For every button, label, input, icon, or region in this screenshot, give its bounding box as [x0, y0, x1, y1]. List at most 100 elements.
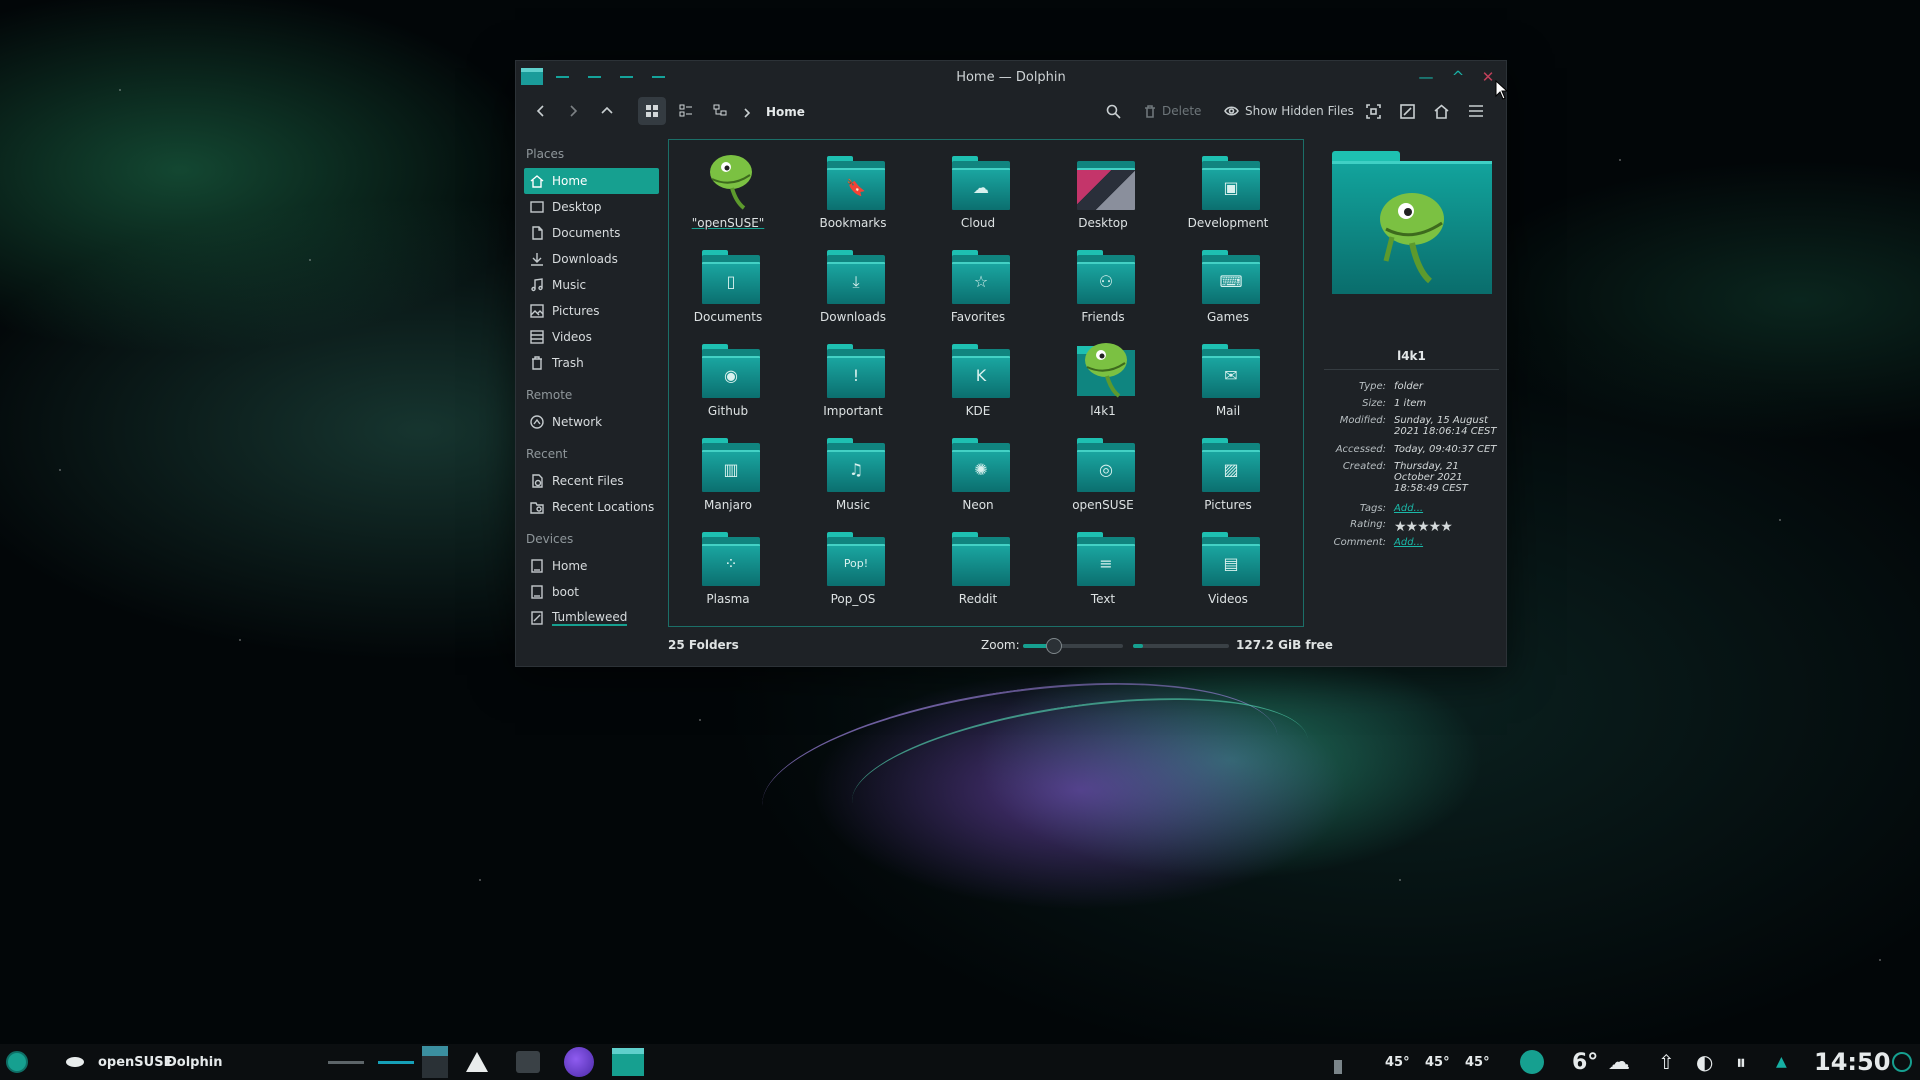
folder-item[interactable]: ◉ Github [673, 336, 783, 426]
task-firefox-icon[interactable] [564, 1044, 594, 1080]
breadcrumb-separator-icon [742, 100, 752, 126]
start-label[interactable]: openSUSE [98, 1044, 172, 1080]
exclamation-icon: ! [827, 344, 885, 398]
tray-expand-icon[interactable]: ▲ [1776, 1044, 1787, 1080]
sidebar-item-music[interactable]: Music [524, 272, 659, 298]
folder-item[interactable]: ⁘ Plasma [673, 524, 783, 614]
maximize-icon[interactable]: ^ [1448, 67, 1468, 87]
folder-item[interactable]: ☁ Cloud [923, 148, 1033, 238]
breadcrumb[interactable]: Home [766, 105, 805, 119]
sidebar-item-videos[interactable]: Videos [524, 324, 659, 350]
sidebar-item-recent-locations[interactable]: Recent Locations [524, 494, 659, 520]
split-view-button[interactable] [1400, 98, 1415, 124]
zoom-slider[interactable] [1023, 638, 1123, 654]
sidebar-item-home[interactable]: Home [524, 168, 659, 194]
application-launcher-button[interactable] [6, 1044, 28, 1080]
icons-view-button[interactable] [638, 97, 666, 125]
select-all-button[interactable] [1366, 98, 1381, 124]
search-button[interactable] [1106, 98, 1121, 124]
zoom-slider-handle[interactable] [1046, 638, 1062, 654]
folder-item[interactable]: ⤓ Downloads [798, 242, 908, 332]
download-icon: ⤓ [827, 250, 885, 304]
detail-created: Created: Thursday, 21 October 2021 18:58:… [1324, 461, 1499, 494]
temperature-3: 45° [1465, 1054, 1490, 1070]
sidebar-item-downloads[interactable]: Downloads [524, 246, 659, 272]
compact-view-button[interactable] [672, 97, 700, 125]
power-icon[interactable] [1892, 1044, 1912, 1080]
folder-item[interactable]: ✺ Neon [923, 430, 1033, 520]
title-bar[interactable]: Home — Dolphin — ^ ✕ [516, 61, 1506, 93]
media-pause-icon[interactable]: ⏸ [1736, 1044, 1746, 1080]
weather-temperature[interactable]: 6° [1572, 1044, 1598, 1080]
minimize-icon[interactable]: — [1416, 67, 1436, 87]
volume-icon[interactable]: ◐ [1696, 1044, 1713, 1080]
details-view-button[interactable] [706, 97, 734, 125]
folder-item[interactable]: K KDE [923, 336, 1033, 426]
folder-item[interactable]: ! Important [798, 336, 908, 426]
folder-item[interactable]: l4k1 [1048, 336, 1158, 426]
folder-item[interactable]: ⚇ Friends [1048, 242, 1158, 332]
clock[interactable]: 14:50 [1814, 1044, 1890, 1080]
hamburger-menu-button[interactable] [1468, 98, 1484, 124]
folder-item[interactable]: ✉ Mail [1173, 336, 1283, 426]
sidebar-item-desktop[interactable]: Desktop [524, 194, 659, 220]
folder-item[interactable]: ▤ Videos [1173, 524, 1283, 614]
sidebar-item-trash[interactable]: Trash [524, 350, 659, 376]
temperature-1: 45° [1385, 1054, 1410, 1070]
folder-item[interactable]: 🔖 Bookmarks [798, 148, 908, 238]
forward-button[interactable] [566, 98, 580, 124]
folder-item[interactable]: ◎ openSUSE [1048, 430, 1158, 520]
folder-item[interactable]: Pop! Pop_OS [798, 524, 908, 614]
file-view[interactable]: "openSUSE" 🔖 Bookmarks ☁ Cloud Desktop ▣ Develo… [668, 139, 1304, 627]
sidebar-item-label: Home [552, 559, 588, 573]
drive-icon [531, 559, 543, 573]
detail-value: 1 item [1394, 398, 1427, 409]
sidebar-item-device-home[interactable]: Home [524, 553, 659, 579]
cloud-icon[interactable]: ☁ [1608, 1044, 1630, 1080]
delete-button[interactable]: Delete [1144, 98, 1201, 124]
folder-item[interactable]: "openSUSE" [673, 148, 783, 238]
add-comment-link[interactable]: Add... [1394, 537, 1499, 548]
sidebar-item-network[interactable]: Network [524, 409, 659, 435]
folder-item[interactable]: ♫ Music [798, 430, 908, 520]
folder-item[interactable]: Reddit [923, 524, 1033, 614]
task-inkscape-icon[interactable] [466, 1044, 488, 1080]
task-settings-icon[interactable] [516, 1044, 540, 1080]
task-dolphin-icon[interactable] [612, 1044, 644, 1080]
folder-label: Games [1207, 310, 1249, 324]
status-bar: 25 Folders Zoom: 127.2 GiB free [516, 633, 1506, 659]
home-button[interactable] [1434, 98, 1449, 124]
update-icon[interactable]: ⇧ [1658, 1044, 1675, 1080]
folder-item[interactable]: ≡ Text [1048, 524, 1158, 614]
back-button[interactable] [534, 98, 548, 124]
show-hidden-files-button[interactable]: Show Hidden Files [1224, 98, 1354, 124]
opensuse-logo-icon [6, 1051, 28, 1073]
folder-item[interactable]: ☆ Favorites [923, 242, 1033, 332]
sidebar-item-device-boot[interactable]: boot [524, 579, 659, 605]
chameleon-icon [66, 1057, 84, 1067]
folder-item[interactable]: ▣ Development [1173, 148, 1283, 238]
add-tags-link[interactable]: Add... [1394, 503, 1499, 514]
folder-item[interactable]: ▥ Manjaro [673, 430, 783, 520]
task-window-thumb[interactable] [422, 1044, 448, 1080]
rating-stars[interactable]: ★★★★★ [1394, 519, 1499, 535]
sidebar-item-recent-files[interactable]: Recent Files [524, 468, 659, 494]
up-button[interactable] [600, 98, 614, 124]
desktop-pager-1[interactable] [328, 1044, 364, 1080]
opensuse-menu-icon[interactable] [66, 1044, 84, 1080]
sidebar-item-label: Home [552, 174, 588, 188]
opensuse-tray-icon[interactable] [1520, 1044, 1544, 1080]
folder-item[interactable]: Desktop [1048, 148, 1158, 238]
desktop-pager-2[interactable] [378, 1044, 414, 1080]
folder-item[interactable]: ⌨ Games [1173, 242, 1283, 332]
places-header: Places [526, 147, 565, 161]
trash-icon [1145, 104, 1155, 118]
folder-item[interactable]: ▨ Pictures [1173, 430, 1283, 520]
folder-item[interactable]: ▯ Documents [673, 242, 783, 332]
sidebar-item-documents[interactable]: Documents [524, 220, 659, 246]
sidebar-item-device-tumbleweed[interactable]: Tumbleweed [524, 605, 659, 631]
sidebar-item-label: Recent Files [552, 474, 624, 488]
sidebar-item-pictures[interactable]: Pictures [524, 298, 659, 324]
detail-key: Rating: [1350, 519, 1386, 530]
folder-label: Neon [962, 498, 994, 512]
